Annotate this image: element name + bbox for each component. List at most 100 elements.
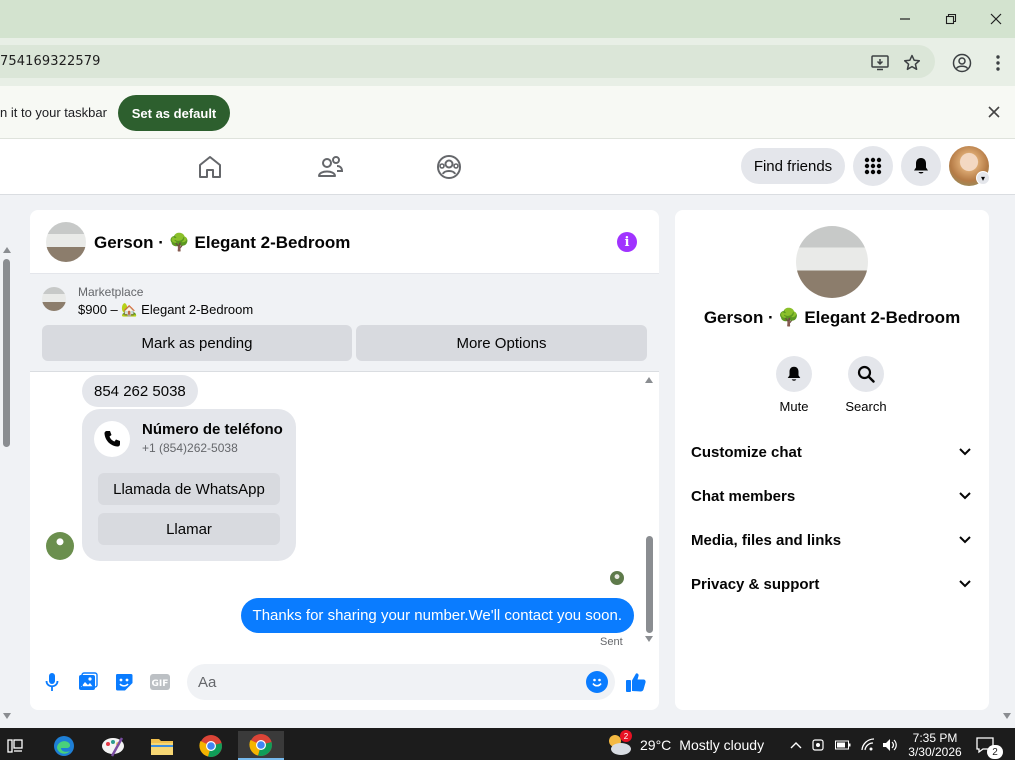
find-friends-button[interactable]: Find friends [741, 148, 845, 184]
section-customize-chat[interactable]: Customize chat [691, 432, 973, 472]
browser-toolbar: 754169322579 [0, 38, 1015, 86]
microphone-icon[interactable] [41, 671, 63, 693]
weather-cloud-icon: 2 [606, 730, 632, 756]
taskbar-clock[interactable]: 7:35 PM 3/30/2026 [905, 731, 965, 759]
chat-title[interactable]: Gerson · 🌳 Elegant 2-Bedroom [94, 233, 350, 253]
file-explorer-icon[interactable] [139, 731, 185, 760]
scroll-up-arrow-icon[interactable] [645, 377, 653, 383]
phone-number-card: Número de teléfono +1 (854)262-5038 Llam… [82, 409, 296, 561]
marketplace-label: Marketplace [78, 285, 144, 299]
mute-button[interactable]: Mute [764, 356, 824, 414]
bookmark-star-icon[interactable] [901, 52, 923, 74]
conversation-avatar[interactable] [796, 226, 868, 298]
section-label: Privacy & support [691, 575, 820, 593]
close-icon[interactable] [973, 6, 1015, 32]
volume-icon[interactable] [882, 738, 898, 752]
chevron-down-icon[interactable]: ▾ [976, 171, 990, 185]
home-icon[interactable] [195, 152, 225, 182]
sender-avatar[interactable] [46, 532, 74, 560]
seen-indicator-avatar [610, 571, 624, 585]
section-media-files-links[interactable]: Media, files and links [691, 520, 973, 560]
chevron-down-icon[interactable] [957, 488, 973, 504]
section-privacy-support[interactable]: Privacy & support [691, 564, 973, 604]
restore-icon[interactable] [928, 6, 974, 32]
listing-thumbnail[interactable] [42, 287, 66, 311]
profile-icon[interactable] [951, 52, 973, 74]
sent-message[interactable]: Thanks for sharing your number.We'll con… [240, 598, 634, 633]
chevron-down-icon[interactable] [957, 532, 973, 548]
address-bar[interactable] [0, 45, 935, 78]
emoji-icon[interactable] [586, 671, 608, 693]
weather-badge: 2 [620, 730, 632, 742]
minimize-icon[interactable] [882, 6, 928, 32]
notification-center-icon[interactable]: 2 [976, 736, 1004, 759]
more-menu-icon[interactable] [987, 52, 1009, 74]
page-scrollbar-right[interactable] [1001, 195, 1015, 725]
windows-taskbar: 2 29°C Mostly cloudy 7:35 PM 3/30/2026 2 [0, 728, 1015, 760]
chevron-down-icon[interactable] [957, 444, 973, 460]
more-options-button[interactable]: More Options [356, 325, 647, 361]
facebook-header: Find friends ▾ [0, 139, 1015, 195]
like-thumb-icon[interactable] [625, 671, 647, 693]
edge-icon[interactable] [41, 731, 87, 760]
friends-icon[interactable] [315, 152, 345, 182]
section-label: Chat members [691, 487, 796, 505]
infobar-close-icon[interactable] [985, 103, 1003, 121]
task-view-icon[interactable] [0, 731, 30, 760]
bell-icon[interactable] [776, 356, 812, 392]
mark-as-pending-button[interactable]: Mark as pending [42, 325, 352, 361]
card-title: Número de teléfono [142, 421, 283, 438]
search-icon[interactable] [848, 356, 884, 392]
marketplace-banner: Marketplace $900 – 🏡 Elegant 2-Bedroom M… [30, 274, 659, 372]
groups-icon[interactable] [434, 152, 464, 182]
listing-price[interactable]: $900 – 🏡 Elegant 2-Bedroom [78, 302, 253, 318]
chat-avatar[interactable] [46, 222, 86, 262]
photo-icon[interactable] [77, 671, 99, 693]
info-icon[interactable]: i [617, 232, 637, 252]
received-message[interactable]: 854 262 5038 [82, 375, 198, 407]
whatsapp-call-button[interactable]: Llamada de WhatsApp [98, 473, 280, 505]
gif-icon[interactable]: GIF [149, 671, 171, 693]
sticker-icon[interactable] [113, 671, 135, 693]
url-text[interactable]: 754169322579 [0, 54, 100, 69]
message-input[interactable] [187, 664, 615, 700]
chat-header: Gerson · 🌳 Elegant 2-Bedroom i [30, 210, 659, 274]
set-as-default-button[interactable]: Set as default [118, 95, 230, 131]
install-app-icon[interactable] [869, 52, 891, 74]
search-label: Search [845, 399, 887, 414]
meet-now-icon[interactable] [810, 738, 826, 752]
phone-icon [94, 421, 130, 457]
wifi-icon[interactable] [860, 738, 876, 752]
call-button[interactable]: Llamar [98, 513, 280, 545]
window-title-bar [0, 0, 1015, 38]
infobar-text: n it to your taskbar [0, 105, 107, 120]
section-label: Customize chat [691, 443, 802, 461]
section-chat-members[interactable]: Chat members [691, 476, 973, 516]
section-label: Media, files and links [691, 531, 842, 549]
tray-chevron-up-icon[interactable] [788, 738, 804, 752]
chrome-icon[interactable] [188, 731, 234, 760]
weather-widget[interactable]: 2 29°C Mostly cloudy [606, 730, 764, 756]
chrome-active-icon[interactable] [238, 731, 284, 760]
scrollbar-thumb[interactable] [3, 259, 10, 447]
scroll-down-arrow-icon[interactable] [645, 636, 653, 642]
clock-time: 7:35 PM [912, 731, 958, 745]
page-scrollbar-left[interactable] [0, 195, 14, 725]
scroll-down-arrow-icon[interactable] [1003, 713, 1011, 719]
default-browser-infobar: n it to your taskbar Set as default [0, 86, 1015, 139]
chevron-down-icon[interactable] [957, 576, 973, 592]
message-list[interactable]: 854 262 5038 Número de teléfono +1 (854)… [30, 372, 659, 648]
search-button[interactable]: Search [836, 356, 896, 414]
battery-icon[interactable] [835, 738, 851, 752]
message-scrollbar[interactable] [643, 372, 655, 648]
menu-grid-button[interactable] [853, 146, 893, 186]
notification-count-badge: 2 [987, 745, 1003, 759]
card-phone-number: +1 (854)262-5038 [142, 441, 238, 455]
scroll-down-arrow-icon[interactable] [3, 713, 11, 719]
notifications-button[interactable] [901, 146, 941, 186]
paint-icon[interactable] [90, 731, 136, 760]
scroll-up-arrow-icon[interactable] [3, 247, 11, 253]
mute-label: Mute [779, 399, 809, 414]
bell-icon [914, 158, 928, 174]
scrollbar-thumb[interactable] [646, 536, 653, 633]
